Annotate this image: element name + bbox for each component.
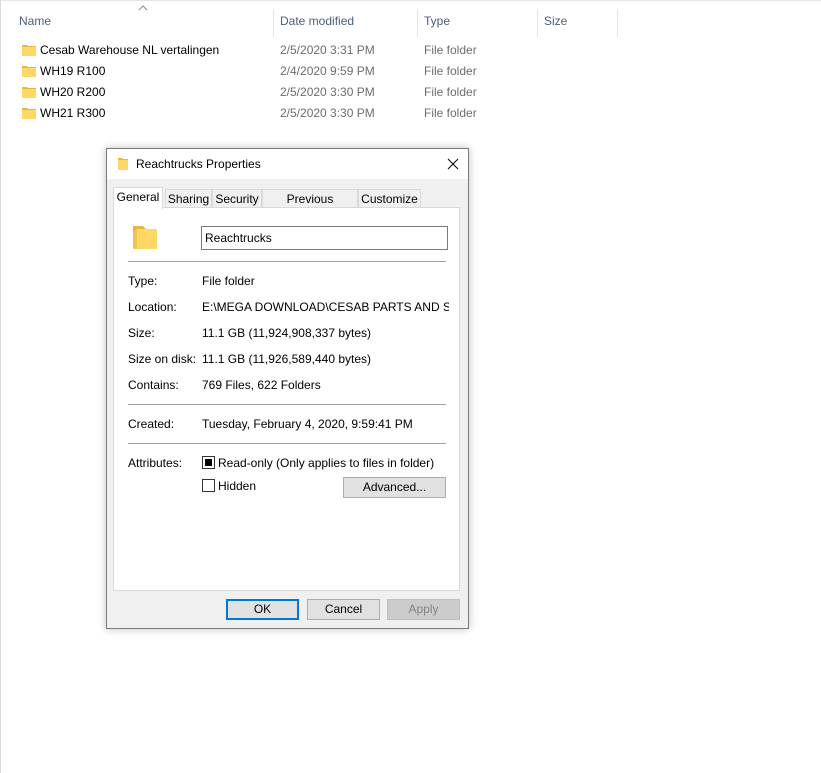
folder-name-input[interactable]: Reachtrucks xyxy=(201,226,448,250)
divider xyxy=(128,443,446,444)
column-header-date[interactable]: Date modified xyxy=(273,0,417,37)
type-label: Type: xyxy=(128,274,158,288)
file-name: Cesab Warehouse NL vertalingen xyxy=(40,43,220,57)
file-list-row[interactable]: Cesab Warehouse NL vertalingen 2/5/2020 … xyxy=(0,40,821,61)
dialog-title: Reachtrucks Properties xyxy=(136,157,261,171)
hidden-label[interactable]: Hidden xyxy=(218,478,256,494)
folder-icon xyxy=(22,66,36,77)
type-value: File folder xyxy=(202,274,255,288)
folder-icon xyxy=(118,158,128,170)
tab-security[interactable]: Security xyxy=(212,189,262,208)
location-label: Location: xyxy=(128,300,177,314)
location-value[interactable]: E:\MEGA DOWNLOAD\CESAB PARTS AND SERVICE xyxy=(202,300,449,314)
file-type: File folder xyxy=(424,64,477,78)
file-list-row[interactable]: WH21 R300 2/5/2020 3:30 PM File folder xyxy=(0,103,821,124)
folder-icon xyxy=(22,45,36,56)
created-label: Created: xyxy=(128,417,175,431)
column-header-name[interactable]: Name xyxy=(12,0,272,37)
column-header-type[interactable]: Type xyxy=(417,0,537,37)
readonly-label[interactable]: Read-only (Only applies to files in fold… xyxy=(218,455,434,471)
column-divider[interactable] xyxy=(617,9,618,37)
tab-general[interactable]: General xyxy=(113,187,163,209)
column-header-bar: Name Date modified Type Size xyxy=(0,0,821,37)
advanced-button[interactable]: Advanced... xyxy=(343,477,446,498)
divider xyxy=(128,261,446,262)
hidden-checkbox[interactable] xyxy=(202,479,215,492)
file-date-modified: 2/5/2020 3:30 PM xyxy=(280,106,375,120)
folder-icon xyxy=(22,108,36,119)
cancel-button[interactable]: Cancel xyxy=(307,599,380,620)
file-type: File folder xyxy=(424,85,477,99)
file-list-row[interactable]: WH19 R100 2/4/2020 9:59 PM File folder xyxy=(0,61,821,82)
created-value: Tuesday, February 4, 2020, 9:59:41 PM xyxy=(202,417,413,431)
dialog-titlebar[interactable]: Reachtrucks Properties xyxy=(107,149,468,179)
contains-label: Contains: xyxy=(128,378,179,392)
contains-value: 769 Files, 622 Folders xyxy=(202,378,321,392)
file-date-modified: 2/5/2020 3:31 PM xyxy=(280,43,375,57)
column-header-size[interactable]: Size xyxy=(537,0,617,37)
close-button[interactable] xyxy=(438,149,468,179)
file-list-row[interactable]: WH20 R200 2/5/2020 3:30 PM File folder xyxy=(0,82,821,103)
tab-customize[interactable]: Customize xyxy=(358,189,421,208)
file-name: WH19 R100 xyxy=(40,64,106,78)
file-date-modified: 2/5/2020 3:30 PM xyxy=(280,85,375,99)
attributes-label: Attributes: xyxy=(128,456,183,470)
file-type: File folder xyxy=(424,43,477,57)
folder-icon xyxy=(22,87,36,98)
file-type: File folder xyxy=(424,106,477,120)
file-date-modified: 2/4/2020 9:59 PM xyxy=(280,64,375,78)
size-on-disk-label: Size on disk: xyxy=(128,352,197,366)
divider xyxy=(128,404,446,405)
large-folder-icon xyxy=(133,226,157,249)
tab-previous-versions[interactable]: Previous Versions xyxy=(262,189,358,224)
general-tab-panel: Reachtrucks Type: File folder Location: … xyxy=(113,207,460,591)
readonly-checkbox[interactable] xyxy=(202,456,215,469)
size-label: Size: xyxy=(128,326,155,340)
size-value: 11.1 GB (11,924,908,337 bytes) xyxy=(202,326,372,340)
tab-sharing[interactable]: Sharing xyxy=(165,189,212,208)
ok-button[interactable]: OK xyxy=(226,599,299,620)
properties-dialog: Reachtrucks Properties General Sharing S… xyxy=(106,148,469,629)
size-on-disk-value: 11.1 GB (11,926,589,440 bytes) xyxy=(202,352,372,366)
close-icon xyxy=(447,158,459,170)
apply-button[interactable]: Apply xyxy=(387,599,460,620)
file-name: WH20 R200 xyxy=(40,85,106,99)
file-name: WH21 R300 xyxy=(40,106,106,120)
